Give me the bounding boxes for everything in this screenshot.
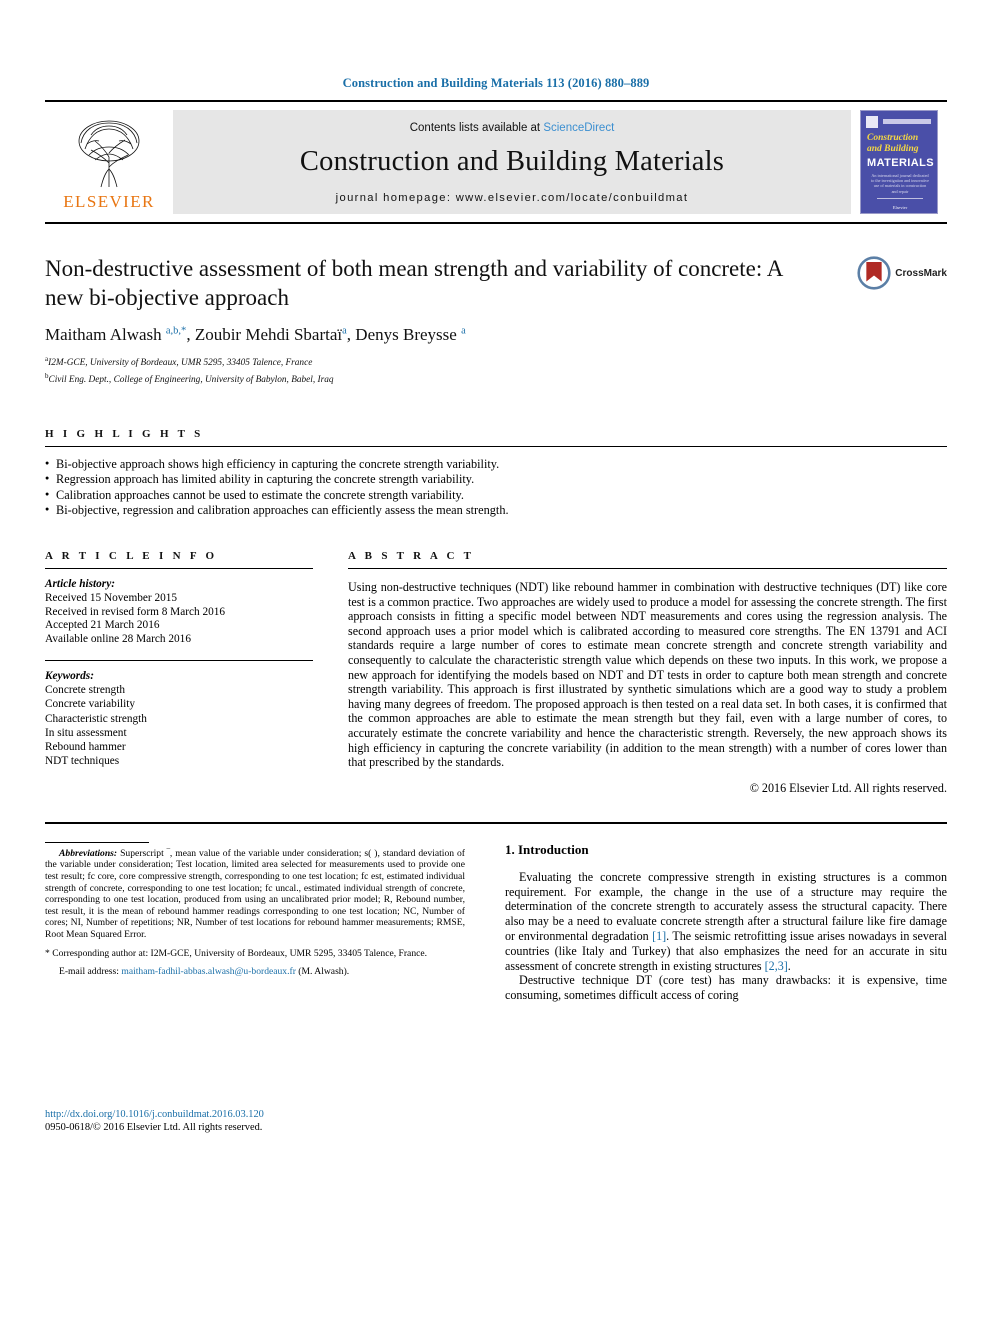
- article-history: Article history: Received 15 November 20…: [45, 578, 313, 647]
- author-list: Maitham Alwash a,b,*, Zoubir Mehdi Sbart…: [45, 325, 466, 344]
- history-item: Received in revised form 8 March 2016: [45, 605, 226, 618]
- cover-title-line1: Construction and Building: [867, 133, 933, 154]
- cover-title-line3: MATERIALS: [867, 157, 934, 169]
- abstract-rule: [348, 568, 947, 569]
- article-header: CrossMark Non-destructive assessment of …: [45, 254, 947, 386]
- cover-line2-text: and Building: [867, 143, 919, 154]
- list-item: Calibration approaches cannot be used to…: [45, 487, 947, 503]
- info-abstract-section: A R T I C L E I N F O Article history: R…: [45, 550, 947, 796]
- list-item: Bi-objective approach shows high efficie…: [45, 456, 947, 472]
- keyword-item: Concrete variability: [45, 698, 136, 711]
- abstract-text: Using non-destructive techniques (NDT) l…: [348, 580, 947, 770]
- abbreviations-note: Abbreviations: Superscript ‾, mean value…: [45, 848, 465, 941]
- journal-homepage[interactable]: journal homepage: www.elsevier.com/locat…: [336, 192, 689, 204]
- keyword-item: Concrete strength: [45, 684, 125, 697]
- author-affil-mark: a: [342, 325, 347, 337]
- history-item: Accepted 21 March 2016: [45, 619, 160, 632]
- paper-page: Construction and Building Materials 113 …: [0, 0, 992, 1323]
- highlights-rule: [45, 446, 947, 448]
- journal-title: Construction and Building Materials: [299, 145, 725, 177]
- contents-available-line: Contents lists available at ScienceDirec…: [410, 122, 615, 134]
- doi-link[interactable]: http://dx.doi.org/10.1016/j.conbuildmat.…: [45, 1108, 264, 1121]
- history-item: Available online 28 March 2016: [45, 633, 191, 646]
- article-info-heading: A R T I C L E I N F O: [45, 550, 218, 562]
- affiliation-1-text: I2M-GCE, University of Bordeaux, UMR 529…: [48, 358, 313, 369]
- history-item: Received 15 November 2015: [45, 591, 178, 604]
- footnote-rule: [45, 841, 149, 843]
- page-title: Non-destructive assessment of both mean …: [45, 256, 783, 310]
- article-info-rule: [45, 568, 313, 569]
- introduction-column: 1. Introduction Evaluating the concrete …: [465, 824, 947, 1154]
- crossmark-badge[interactable]: CrossMark: [857, 256, 947, 290]
- keywords-block: Keywords: Concrete strength Concrete var…: [45, 669, 313, 768]
- journal-band: Contents lists available at ScienceDirec…: [173, 110, 851, 214]
- highlights-section: H I G H L I G H T S Bi-objective approac…: [45, 428, 947, 518]
- elsevier-logo: ELSEVIER: [45, 102, 173, 222]
- crossmark-icon: [857, 256, 891, 290]
- article-history-label: Article history:: [45, 578, 115, 590]
- cover-divider: [877, 198, 923, 199]
- abstract-copyright: © 2016 Elsevier Ltd. All rights reserved…: [749, 780, 947, 795]
- highlights-heading: H I G H L I G H T S: [45, 428, 204, 441]
- elsevier-tree-icon: [78, 120, 140, 187]
- abstract-column: A B S T R A C T Using non-destructive te…: [313, 550, 947, 796]
- email-note: E-mail address: maitham-fadhil-abbas.alw…: [45, 966, 465, 978]
- doi-block: http://dx.doi.org/10.1016/j.conbuildmat.…: [45, 1108, 264, 1134]
- sciencedirect-link[interactable]: ScienceDirect: [543, 122, 614, 134]
- introduction-paragraph-1: Evaluating the concrete compressive stre…: [505, 869, 947, 973]
- issn-copyright: 0950-0618/© 2016 Elsevier Ltd. All right…: [45, 1121, 263, 1133]
- corresponding-author-note: * Corresponding author at: I2M-GCE, Univ…: [45, 948, 428, 960]
- elsevier-wordmark: ELSEVIER: [63, 191, 155, 211]
- journal-cover-thumbnail: Construction and Building MATERIALS An i…: [851, 102, 947, 222]
- keywords-rule: [45, 659, 313, 661]
- introduction-paragraph-2: Destructive technique DT (core test) has…: [505, 973, 947, 1003]
- cover-footer: Elsevier: [892, 205, 908, 210]
- article-info-column: A R T I C L E I N F O Article history: R…: [45, 550, 313, 796]
- author-affil-mark: a: [461, 325, 466, 337]
- affiliation-2: bCivil Eng. Dept., College of Engineerin…: [45, 371, 947, 387]
- affiliation-1: aI2M-GCE, University of Bordeaux, UMR 52…: [45, 354, 947, 370]
- abstract-heading: A B S T R A C T: [348, 550, 475, 562]
- list-item: Regression approach has limited ability …: [45, 471, 947, 487]
- keywords-label: Keywords:: [45, 669, 94, 682]
- keyword-item: NDT techniques: [45, 755, 120, 768]
- cover-blurb: An international journal dedicated to th…: [871, 173, 929, 194]
- email-owner: (M. Alwash).: [298, 966, 350, 978]
- contents-prefix: Contents lists available at: [409, 121, 544, 134]
- citation-ref[interactable]: [1]: [652, 929, 666, 943]
- keyword-item: In situ assessment: [45, 726, 127, 739]
- introduction-heading: 1. Introduction: [505, 841, 589, 857]
- running-head: Construction and Building Materials 113 …: [342, 76, 650, 90]
- bottom-columns: Abbreviations: Superscript ‾, mean value…: [45, 824, 947, 1154]
- abbreviations-text: Superscript ‾, mean value of the variabl…: [45, 847, 465, 940]
- keyword-item: Rebound hammer: [45, 741, 126, 753]
- cover-top-bar: [883, 119, 931, 124]
- abbreviations-label: Abbreviations:: [59, 847, 118, 859]
- journal-masthead: ELSEVIER Contents lists available at Sci…: [45, 100, 947, 224]
- highlights-list: Bi-objective approach shows high efficie…: [45, 456, 947, 518]
- email-address[interactable]: maitham-fadhil-abbas.alwash@u-bordeaux.f…: [121, 966, 296, 977]
- crossmark-label: CrossMark: [895, 267, 947, 279]
- affiliation-2-text: Civil Eng. Dept., College of Engineering…: [48, 374, 334, 385]
- cover-line1-text: Construction: [867, 133, 919, 143]
- list-item: Bi-objective, regression and calibration…: [45, 502, 947, 518]
- keyword-item: Characteristic strength: [45, 712, 147, 725]
- author-affil-mark: a,b,*: [165, 325, 187, 337]
- cover-publisher-mark: [866, 116, 878, 128]
- citation-ref[interactable]: [2,3]: [765, 959, 788, 973]
- email-label: E-mail address:: [59, 966, 119, 978]
- cover-image: Construction and Building MATERIALS An i…: [860, 110, 938, 214]
- footnotes-column: Abbreviations: Superscript ‾, mean value…: [45, 824, 465, 1154]
